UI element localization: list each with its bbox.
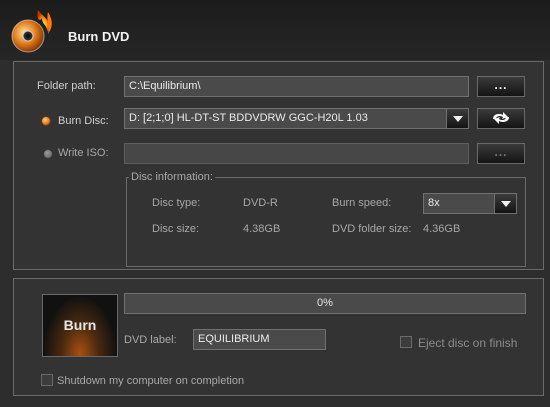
burning-disc-icon xyxy=(11,10,52,53)
dvd-label-input[interactable]: EQUILIBRIUM xyxy=(193,329,326,350)
dvd-folder-size-label: DVD folder size: xyxy=(332,223,412,235)
browse-folder-button[interactable]: ... xyxy=(477,76,525,97)
write-iso-label: Write ISO: xyxy=(58,147,109,159)
drive-select[interactable]: D: [2;1;0] HL-DT-ST BDDVDRW GGC-H20L 1.0… xyxy=(124,108,469,129)
shutdown-checkbox[interactable] xyxy=(41,374,53,386)
burn-speed-select[interactable]: 8x xyxy=(423,193,517,214)
disc-type-value: DVD-R xyxy=(243,197,278,209)
refresh-drives-button[interactable] xyxy=(477,108,525,129)
chevron-down-icon[interactable] xyxy=(494,194,516,213)
disc-information-group xyxy=(126,177,526,267)
folder-path-label: Folder path: xyxy=(37,80,96,92)
dvd-label-label: DVD label: xyxy=(124,334,177,346)
folder-path-input[interactable]: C:\Equilibrium\ xyxy=(124,76,469,97)
iso-path-input[interactable] xyxy=(124,143,469,164)
drive-select-value: D: [2;1;0] HL-DT-ST BDDVDRW GGC-H20L 1.0… xyxy=(129,112,368,124)
burn-disc-radio[interactable] xyxy=(41,116,51,126)
write-iso-radio[interactable] xyxy=(43,149,53,159)
disc-information-legend: Disc information: xyxy=(129,171,215,183)
shutdown-label: Shutdown my computer on completion xyxy=(57,375,245,387)
disc-size-label: Disc size: xyxy=(152,223,200,235)
disc-size-value: 4.38GB xyxy=(243,223,281,235)
eject-disc-checkbox[interactable] xyxy=(400,336,412,348)
eject-disc-label: Eject disc on finish xyxy=(418,336,518,350)
burn-disc-label: Burn Disc: xyxy=(58,115,109,127)
title-bar: Burn DVD xyxy=(0,0,550,60)
chevron-down-icon[interactable] xyxy=(446,109,468,128)
browse-iso-button[interactable]: ... xyxy=(477,143,525,164)
burn-speed-label: Burn speed: xyxy=(332,197,392,209)
dvd-folder-size-value: 4.36GB xyxy=(423,223,461,235)
refresh-icon xyxy=(493,112,509,124)
window-title: Burn DVD xyxy=(68,29,130,44)
disc-type-label: Disc type: xyxy=(152,197,201,209)
burn-button[interactable]: Burn xyxy=(42,294,118,357)
burn-progress-bar: 0% xyxy=(124,293,526,314)
burn-speed-value: 8x xyxy=(428,197,440,209)
